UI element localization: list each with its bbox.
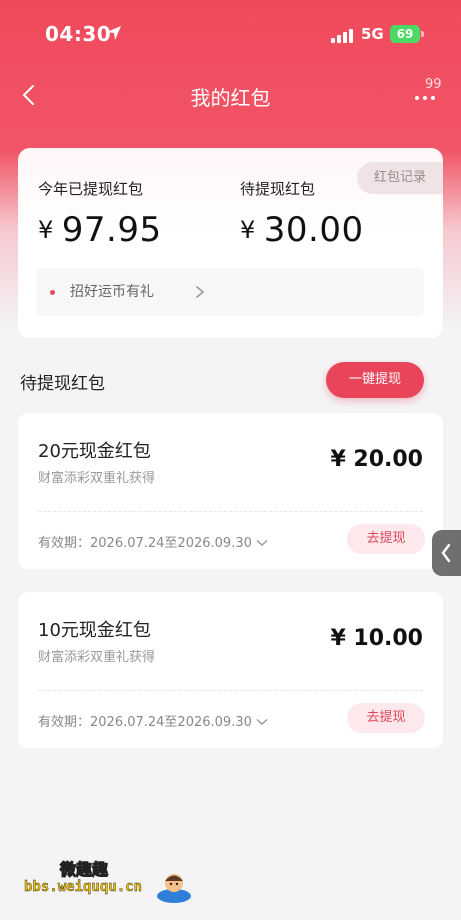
validity-period[interactable]: 有效期：2026.07.24至2026.09.30 <box>38 711 268 730</box>
validity-period[interactable]: 有效期：2026.07.24至2026.09.30 <box>38 532 268 551</box>
pending-value: 30.00 <box>263 210 364 250</box>
chevron-left-icon <box>441 543 451 563</box>
signal-icon <box>331 27 355 43</box>
watermark: 微趣趣 bbs.weiququ.cn <box>20 852 210 912</box>
chevron-down-icon <box>256 718 268 725</box>
promo-banner[interactable]: 招好运币有礼 <box>36 268 424 316</box>
promo-text: 招好运币有礼 <box>70 284 154 300</box>
pending-amount: ¥30.00 <box>240 210 364 250</box>
withdraw-button[interactable]: 去提现 <box>347 524 425 554</box>
watermark-title: 微趣趣 <box>59 860 109 880</box>
packet-record-button[interactable]: 红包记录 <box>357 162 443 194</box>
packet-amount: ¥ 10.00 <box>330 626 423 651</box>
message-count-badge: 99 <box>425 77 442 92</box>
mascot-icon <box>157 874 191 903</box>
validity-text: 有效期：2026.07.24至2026.09.30 <box>38 536 252 551</box>
divider <box>38 690 423 691</box>
packet-name: 10元现金红包 <box>38 620 151 641</box>
more-menu-button[interactable] <box>411 90 439 110</box>
network-type: 5G <box>361 25 384 43</box>
section-title: 待提现红包 <box>20 374 105 394</box>
withdraw-button[interactable]: 去提现 <box>347 703 425 733</box>
pending-label: 待提现红包 <box>240 180 316 198</box>
divider <box>38 511 423 512</box>
packet-source: 财富添彩双重礼获得 <box>38 471 156 486</box>
chevron-right-icon <box>196 286 205 298</box>
location-arrow-icon <box>107 26 121 40</box>
packet-source: 财富添彩双重礼获得 <box>38 650 156 665</box>
withdrawn-value: 97.95 <box>61 210 162 250</box>
watermark-url: bbs.weiququ.cn <box>24 879 143 895</box>
side-drawer-handle[interactable] <box>432 530 461 576</box>
status-bar: 04:30 5G 69 <box>0 0 461 70</box>
battery-level: 69 <box>396 27 414 41</box>
withdrawn-label: 今年已提现红包 <box>38 180 144 198</box>
currency-symbol: ¥ <box>38 216 54 244</box>
promo-dot-icon <box>50 290 55 295</box>
currency-symbol: ¥ <box>240 216 256 244</box>
chevron-down-icon <box>256 539 268 546</box>
battery-icon: 69 <box>390 25 420 43</box>
withdraw-all-button[interactable]: 一键提现 <box>326 362 424 398</box>
battery-tip <box>421 31 424 37</box>
packet-card: 10元现金红包 财富添彩双重礼获得 ¥ 10.00 有效期：2026.07.24… <box>18 592 443 748</box>
packet-amount: ¥ 20.00 <box>330 447 423 472</box>
page-title: 我的红包 <box>190 86 271 110</box>
packet-card: 20元现金红包 财富添彩双重礼获得 ¥ 20.00 有效期：2026.07.24… <box>18 413 443 569</box>
withdrawn-amount: ¥97.95 <box>38 210 162 250</box>
packet-name: 20元现金红包 <box>38 441 151 462</box>
nav-bar: 我的红包 99 <box>0 70 461 126</box>
status-time: 04:30 <box>45 22 112 46</box>
summary-card: 红包记录 今年已提现红包 ¥97.95 待提现红包 ¥30.00 招好运币有礼 <box>18 148 443 338</box>
validity-text: 有效期：2026.07.24至2026.09.30 <box>38 715 252 730</box>
